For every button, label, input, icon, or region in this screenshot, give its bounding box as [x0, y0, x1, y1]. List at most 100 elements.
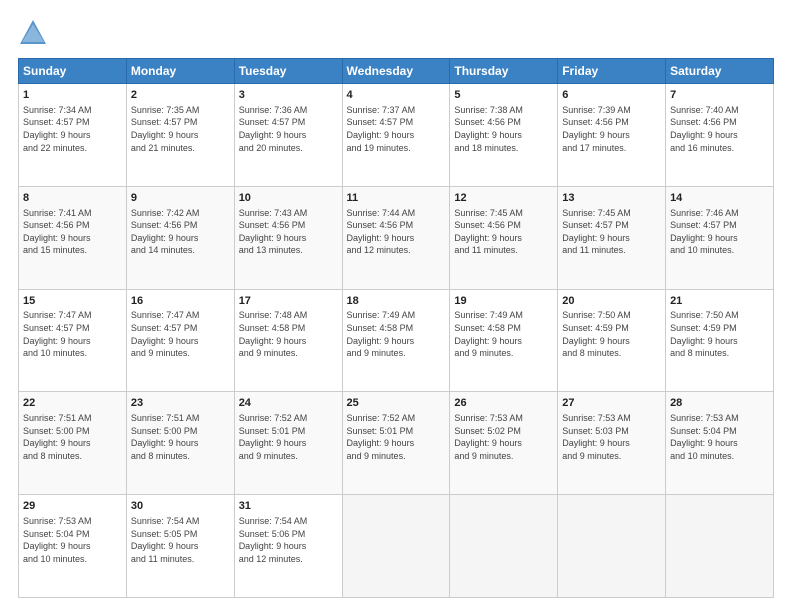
calendar-header: Sunday Monday Tuesday Wednesday Thursday…: [19, 59, 774, 84]
calendar-cell: 18Sunrise: 7:49 AMSunset: 4:58 PMDayligh…: [342, 289, 450, 392]
col-sunday: Sunday: [19, 59, 127, 84]
calendar-cell: 29Sunrise: 7:53 AMSunset: 5:04 PMDayligh…: [19, 495, 127, 598]
calendar-cell: [666, 495, 774, 598]
day-number: 10: [239, 191, 338, 206]
day-number: 29: [23, 499, 122, 514]
day-info: Sunrise: 7:47 AMSunset: 4:57 PMDaylight:…: [23, 309, 122, 359]
day-info: Sunrise: 7:35 AMSunset: 4:57 PMDaylight:…: [131, 104, 230, 154]
day-number: 24: [239, 396, 338, 411]
calendar-cell: 2Sunrise: 7:35 AMSunset: 4:57 PMDaylight…: [126, 84, 234, 187]
day-number: 22: [23, 396, 122, 411]
logo-icon: [18, 18, 48, 48]
calendar-cell: 27Sunrise: 7:53 AMSunset: 5:03 PMDayligh…: [558, 392, 666, 495]
day-info: Sunrise: 7:51 AMSunset: 5:00 PMDaylight:…: [131, 412, 230, 462]
day-info: Sunrise: 7:48 AMSunset: 4:58 PMDaylight:…: [239, 309, 338, 359]
day-info: Sunrise: 7:49 AMSunset: 4:58 PMDaylight:…: [347, 309, 446, 359]
day-info: Sunrise: 7:53 AMSunset: 5:03 PMDaylight:…: [562, 412, 661, 462]
day-number: 7: [670, 88, 769, 103]
day-info: Sunrise: 7:53 AMSunset: 5:04 PMDaylight:…: [670, 412, 769, 462]
day-number: 25: [347, 396, 446, 411]
day-info: Sunrise: 7:44 AMSunset: 4:56 PMDaylight:…: [347, 207, 446, 257]
calendar-cell: 11Sunrise: 7:44 AMSunset: 4:56 PMDayligh…: [342, 186, 450, 289]
calendar-cell: 14Sunrise: 7:46 AMSunset: 4:57 PMDayligh…: [666, 186, 774, 289]
day-number: 13: [562, 191, 661, 206]
day-number: 21: [670, 294, 769, 309]
day-info: Sunrise: 7:45 AMSunset: 4:56 PMDaylight:…: [454, 207, 553, 257]
day-info: Sunrise: 7:41 AMSunset: 4:56 PMDaylight:…: [23, 207, 122, 257]
calendar-cell: 9Sunrise: 7:42 AMSunset: 4:56 PMDaylight…: [126, 186, 234, 289]
calendar-cell: 4Sunrise: 7:37 AMSunset: 4:57 PMDaylight…: [342, 84, 450, 187]
calendar-cell: 5Sunrise: 7:38 AMSunset: 4:56 PMDaylight…: [450, 84, 558, 187]
calendar-cell: 23Sunrise: 7:51 AMSunset: 5:00 PMDayligh…: [126, 392, 234, 495]
col-wednesday: Wednesday: [342, 59, 450, 84]
day-number: 26: [454, 396, 553, 411]
day-number: 1: [23, 88, 122, 103]
calendar-cell: 8Sunrise: 7:41 AMSunset: 4:56 PMDaylight…: [19, 186, 127, 289]
day-info: Sunrise: 7:52 AMSunset: 5:01 PMDaylight:…: [347, 412, 446, 462]
calendar-week-3: 15Sunrise: 7:47 AMSunset: 4:57 PMDayligh…: [19, 289, 774, 392]
col-monday: Monday: [126, 59, 234, 84]
calendar-cell: 1Sunrise: 7:34 AMSunset: 4:57 PMDaylight…: [19, 84, 127, 187]
day-number: 11: [347, 191, 446, 206]
day-info: Sunrise: 7:40 AMSunset: 4:56 PMDaylight:…: [670, 104, 769, 154]
day-number: 15: [23, 294, 122, 309]
day-info: Sunrise: 7:53 AMSunset: 5:04 PMDaylight:…: [23, 515, 122, 565]
day-number: 8: [23, 191, 122, 206]
calendar-body: 1Sunrise: 7:34 AMSunset: 4:57 PMDaylight…: [19, 84, 774, 598]
col-saturday: Saturday: [666, 59, 774, 84]
day-info: Sunrise: 7:45 AMSunset: 4:57 PMDaylight:…: [562, 207, 661, 257]
calendar-cell: 21Sunrise: 7:50 AMSunset: 4:59 PMDayligh…: [666, 289, 774, 392]
day-info: Sunrise: 7:50 AMSunset: 4:59 PMDaylight:…: [670, 309, 769, 359]
calendar-cell: 7Sunrise: 7:40 AMSunset: 4:56 PMDaylight…: [666, 84, 774, 187]
calendar-cell: 13Sunrise: 7:45 AMSunset: 4:57 PMDayligh…: [558, 186, 666, 289]
calendar-cell: 24Sunrise: 7:52 AMSunset: 5:01 PMDayligh…: [234, 392, 342, 495]
day-number: 12: [454, 191, 553, 206]
day-number: 31: [239, 499, 338, 514]
day-number: 5: [454, 88, 553, 103]
calendar-cell: 10Sunrise: 7:43 AMSunset: 4:56 PMDayligh…: [234, 186, 342, 289]
calendar-cell: 19Sunrise: 7:49 AMSunset: 4:58 PMDayligh…: [450, 289, 558, 392]
day-info: Sunrise: 7:42 AMSunset: 4:56 PMDaylight:…: [131, 207, 230, 257]
day-info: Sunrise: 7:49 AMSunset: 4:58 PMDaylight:…: [454, 309, 553, 359]
header: [18, 18, 774, 48]
day-number: 30: [131, 499, 230, 514]
day-info: Sunrise: 7:38 AMSunset: 4:56 PMDaylight:…: [454, 104, 553, 154]
day-info: Sunrise: 7:51 AMSunset: 5:00 PMDaylight:…: [23, 412, 122, 462]
calendar-cell: 22Sunrise: 7:51 AMSunset: 5:00 PMDayligh…: [19, 392, 127, 495]
calendar-week-2: 8Sunrise: 7:41 AMSunset: 4:56 PMDaylight…: [19, 186, 774, 289]
day-number: 2: [131, 88, 230, 103]
day-number: 27: [562, 396, 661, 411]
page: Sunday Monday Tuesday Wednesday Thursday…: [0, 0, 792, 612]
header-row: Sunday Monday Tuesday Wednesday Thursday…: [19, 59, 774, 84]
day-number: 20: [562, 294, 661, 309]
day-number: 9: [131, 191, 230, 206]
day-number: 16: [131, 294, 230, 309]
day-number: 4: [347, 88, 446, 103]
col-tuesday: Tuesday: [234, 59, 342, 84]
day-number: 19: [454, 294, 553, 309]
day-number: 28: [670, 396, 769, 411]
day-info: Sunrise: 7:54 AMSunset: 5:05 PMDaylight:…: [131, 515, 230, 565]
day-info: Sunrise: 7:52 AMSunset: 5:01 PMDaylight:…: [239, 412, 338, 462]
calendar-week-5: 29Sunrise: 7:53 AMSunset: 5:04 PMDayligh…: [19, 495, 774, 598]
calendar-cell: 6Sunrise: 7:39 AMSunset: 4:56 PMDaylight…: [558, 84, 666, 187]
calendar-cell: 25Sunrise: 7:52 AMSunset: 5:01 PMDayligh…: [342, 392, 450, 495]
day-number: 6: [562, 88, 661, 103]
col-thursday: Thursday: [450, 59, 558, 84]
calendar-cell: 26Sunrise: 7:53 AMSunset: 5:02 PMDayligh…: [450, 392, 558, 495]
day-info: Sunrise: 7:54 AMSunset: 5:06 PMDaylight:…: [239, 515, 338, 565]
col-friday: Friday: [558, 59, 666, 84]
logo: [18, 18, 52, 48]
day-number: 17: [239, 294, 338, 309]
day-info: Sunrise: 7:53 AMSunset: 5:02 PMDaylight:…: [454, 412, 553, 462]
day-number: 3: [239, 88, 338, 103]
calendar-table: Sunday Monday Tuesday Wednesday Thursday…: [18, 58, 774, 598]
calendar-week-1: 1Sunrise: 7:34 AMSunset: 4:57 PMDaylight…: [19, 84, 774, 187]
day-number: 14: [670, 191, 769, 206]
calendar-cell: 3Sunrise: 7:36 AMSunset: 4:57 PMDaylight…: [234, 84, 342, 187]
day-info: Sunrise: 7:36 AMSunset: 4:57 PMDaylight:…: [239, 104, 338, 154]
calendar-cell: 30Sunrise: 7:54 AMSunset: 5:05 PMDayligh…: [126, 495, 234, 598]
day-info: Sunrise: 7:34 AMSunset: 4:57 PMDaylight:…: [23, 104, 122, 154]
day-number: 23: [131, 396, 230, 411]
calendar-cell: [342, 495, 450, 598]
